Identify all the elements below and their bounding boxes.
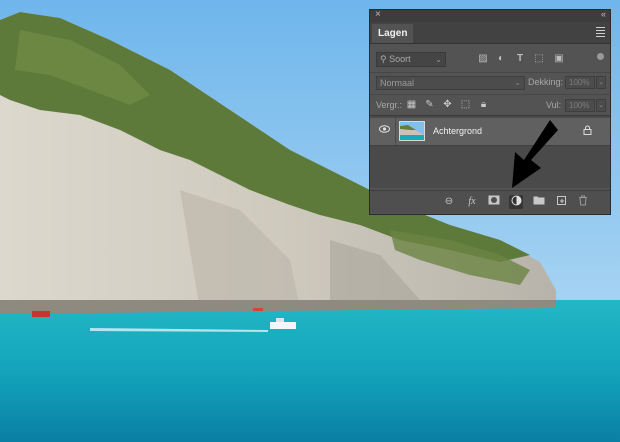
- shape-filter-icon[interactable]: ⬚: [534, 54, 544, 64]
- lock-transparent-icon[interactable]: ▦: [406, 99, 417, 110]
- layers-panel: × « Lagen ⚲ Soort ⌄ ▨ ◐ T ⬚ ▣ Normaal ⌄ …: [369, 9, 611, 215]
- layers-list: Achtergrond: [370, 115, 610, 188]
- adjustment-filter-icon[interactable]: ◐: [496, 54, 506, 64]
- fill-chevron-icon[interactable]: ⌄: [596, 99, 606, 112]
- chevron-down-icon: ⌄: [514, 78, 521, 87]
- filter-row: ⚲ Soort ⌄ ▨ ◐ T ⬚ ▣: [370, 50, 610, 70]
- opacity-label: Dekking:: [528, 77, 564, 87]
- eye-icon[interactable]: [379, 125, 390, 137]
- link-icon[interactable]: ⊖: [442, 195, 456, 209]
- panel-menu-icon[interactable]: [596, 27, 605, 39]
- layer-thumbnail[interactable]: [399, 121, 425, 141]
- close-icon[interactable]: ×: [375, 9, 381, 20]
- opacity-input[interactable]: 100%: [565, 76, 595, 89]
- smartobject-filter-icon[interactable]: ▣: [554, 54, 564, 64]
- fill-input[interactable]: 100%: [565, 99, 595, 112]
- lock-brush-icon[interactable]: ✎: [424, 99, 435, 110]
- divider: [395, 118, 396, 145]
- type-filter-icon[interactable]: T: [515, 54, 525, 64]
- blend-row: Normaal ⌄ Dekking: 100% ⌄: [370, 72, 610, 93]
- lock-label: Vergr.:: [376, 100, 403, 110]
- search-icon: ⚲: [380, 54, 387, 64]
- panel-bottom-bar: ⊖ fx: [370, 190, 610, 213]
- tab-layers[interactable]: Lagen: [372, 24, 414, 43]
- new-layer-icon[interactable]: [554, 195, 568, 209]
- adjustment-layer-icon[interactable]: [509, 195, 523, 209]
- filter-kind-select[interactable]: ⚲ Soort ⌄: [376, 52, 446, 67]
- layer-name[interactable]: Achtergrond: [433, 126, 482, 136]
- lock-move-icon[interactable]: ✥: [442, 99, 453, 110]
- chevron-down-icon: ⌄: [435, 55, 442, 64]
- image-filter-icon[interactable]: ▨: [478, 54, 488, 64]
- blend-mode-select[interactable]: Normaal ⌄: [376, 76, 525, 90]
- filter-kind-label: Soort: [389, 54, 411, 64]
- fill-label: Vul:: [546, 100, 562, 110]
- panel-tab-bar: Lagen: [370, 22, 610, 44]
- opacity-chevron-icon[interactable]: ⌄: [596, 76, 606, 89]
- panel-title-bar[interactable]: × «: [370, 9, 610, 22]
- trash-icon[interactable]: [576, 195, 590, 209]
- folder-icon[interactable]: [532, 195, 546, 209]
- mask-icon[interactable]: [487, 195, 501, 209]
- lock-all-icon[interactable]: 🔒︎: [478, 99, 489, 110]
- lock-row: Vergr.: ▦ ✎ ✥ ⬚ 🔒︎ Vul: 100% ⌄: [370, 94, 610, 115]
- filter-toggle[interactable]: [597, 53, 604, 60]
- fx-icon[interactable]: fx: [465, 195, 479, 209]
- collapse-icon[interactable]: «: [601, 9, 606, 19]
- layer-lock-icon[interactable]: [582, 125, 592, 137]
- lock-artboard-icon[interactable]: ⬚: [460, 99, 471, 110]
- layer-row-background[interactable]: Achtergrond: [370, 118, 610, 146]
- blend-mode-value: Normaal: [380, 78, 415, 88]
